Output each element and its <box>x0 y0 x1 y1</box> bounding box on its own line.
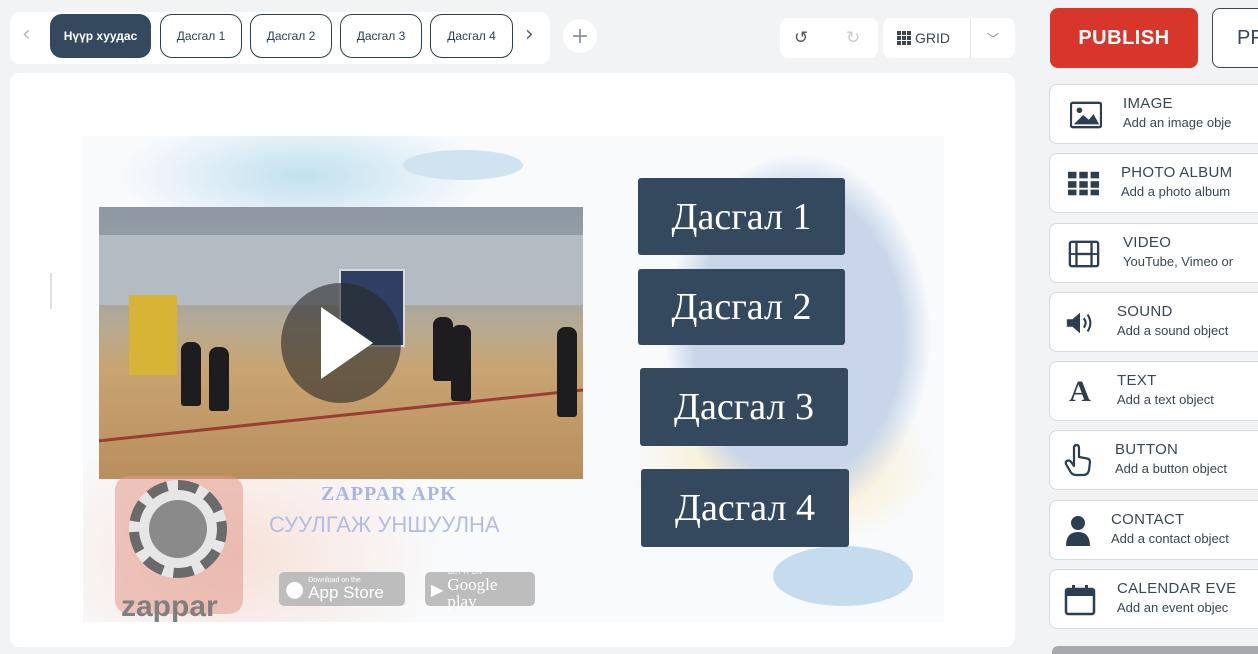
history-controls: ↺ ↻ <box>780 18 878 58</box>
zappar-wordmark: zappar <box>121 590 218 622</box>
design-button-dasgal-1[interactable]: Дасгал 1 <box>638 178 845 255</box>
preview-button[interactable]: PF <box>1212 8 1258 68</box>
play-icon <box>321 307 373 379</box>
panel-scroll-edge <box>1052 646 1258 654</box>
object-contact[interactable]: CONTACT Add a contact object <box>1049 500 1258 560</box>
film-icon <box>1068 238 1100 270</box>
player-figure <box>557 327 577 417</box>
tab-dasgal-4[interactable]: Дасгал 4 <box>430 14 513 58</box>
paint-splash <box>773 546 913 606</box>
paint-splash <box>403 150 523 180</box>
photo-album-icon <box>1068 168 1100 200</box>
object-image[interactable]: IMAGE Add an image obje <box>1049 84 1258 144</box>
object-text[interactable]: A TEXT Add a text object <box>1049 361 1258 421</box>
player-figure <box>181 342 201 406</box>
design-page: Дасгал 1 Дасгал 2 Дасгал 3 Дасгал 4 zapp… <box>83 136 944 622</box>
pointer-hand-icon <box>1062 444 1094 477</box>
undo-icon[interactable]: ↺ <box>794 28 808 48</box>
object-sound[interactable]: SOUND Add a sound object <box>1049 292 1258 352</box>
grid-button[interactable]: GRID <box>883 18 971 58</box>
tab-home[interactable]: Нүүр хуудас <box>50 14 151 58</box>
grid-icon <box>897 31 911 45</box>
grid-label: GRID <box>915 30 950 46</box>
video-player[interactable] <box>99 207 583 479</box>
person-icon <box>1062 515 1094 547</box>
object-photo-album[interactable]: PHOTO ALBUM Add a photo album <box>1049 153 1258 213</box>
tab-dasgal-3[interactable]: Дасгал 3 <box>340 14 422 58</box>
calendar-icon <box>1064 584 1096 616</box>
google-play-badge: ▶ GET IT ON Google play <box>425 569 535 610</box>
grid-toggle[interactable]: GRID ﹀ <box>883 18 1015 58</box>
tab-dasgal-2[interactable]: Дасгал 2 <box>250 14 332 58</box>
resize-handle[interactable] <box>50 273 52 309</box>
design-button-dasgal-4[interactable]: Дасгал 4 <box>641 469 849 547</box>
app-store-badge: ● Download on the App Store <box>279 572 405 606</box>
add-page-button[interactable]: + <box>563 19 597 53</box>
object-calendar[interactable]: CALENDAR EVE Add an event objec <box>1049 569 1258 629</box>
promo-subtitle: СУУЛГАЖ УНШУУЛНА <box>269 512 500 537</box>
redo-icon[interactable]: ↻ <box>846 28 860 48</box>
promo-title: ZAPPAR APK <box>321 483 457 505</box>
player-figure <box>451 325 471 401</box>
chevron-right-icon[interactable]: › <box>525 24 534 46</box>
app-editor: ‹ Нүүр хуудас Дасгал 1 Дасгал 2 Дасгал 3… <box>0 0 1258 654</box>
design-button-dasgal-3[interactable]: Дасгал 3 <box>640 368 848 446</box>
plus-icon: + <box>570 23 590 49</box>
object-button[interactable]: BUTTON Add a button object <box>1049 430 1258 490</box>
chevron-down-icon[interactable]: ﹀ <box>971 30 1015 47</box>
google-play-icon: ▶ <box>431 579 444 599</box>
object-video[interactable]: VIDEO YouTube, Vimeo or <box>1049 223 1258 283</box>
player-figure <box>209 347 229 411</box>
image-icon <box>1070 99 1102 131</box>
player-figure <box>433 317 453 381</box>
tab-dasgal-1[interactable]: Дасгал 1 <box>160 14 242 58</box>
door <box>129 295 177 375</box>
design-button-dasgal-2[interactable]: Дасгал 2 <box>638 269 845 345</box>
text-icon: A <box>1069 375 1091 408</box>
apple-icon: ● <box>285 576 305 602</box>
chevron-left-icon[interactable]: ‹ <box>22 24 31 46</box>
publish-button[interactable]: PUBLISH <box>1050 8 1198 68</box>
speaker-icon <box>1064 307 1096 339</box>
